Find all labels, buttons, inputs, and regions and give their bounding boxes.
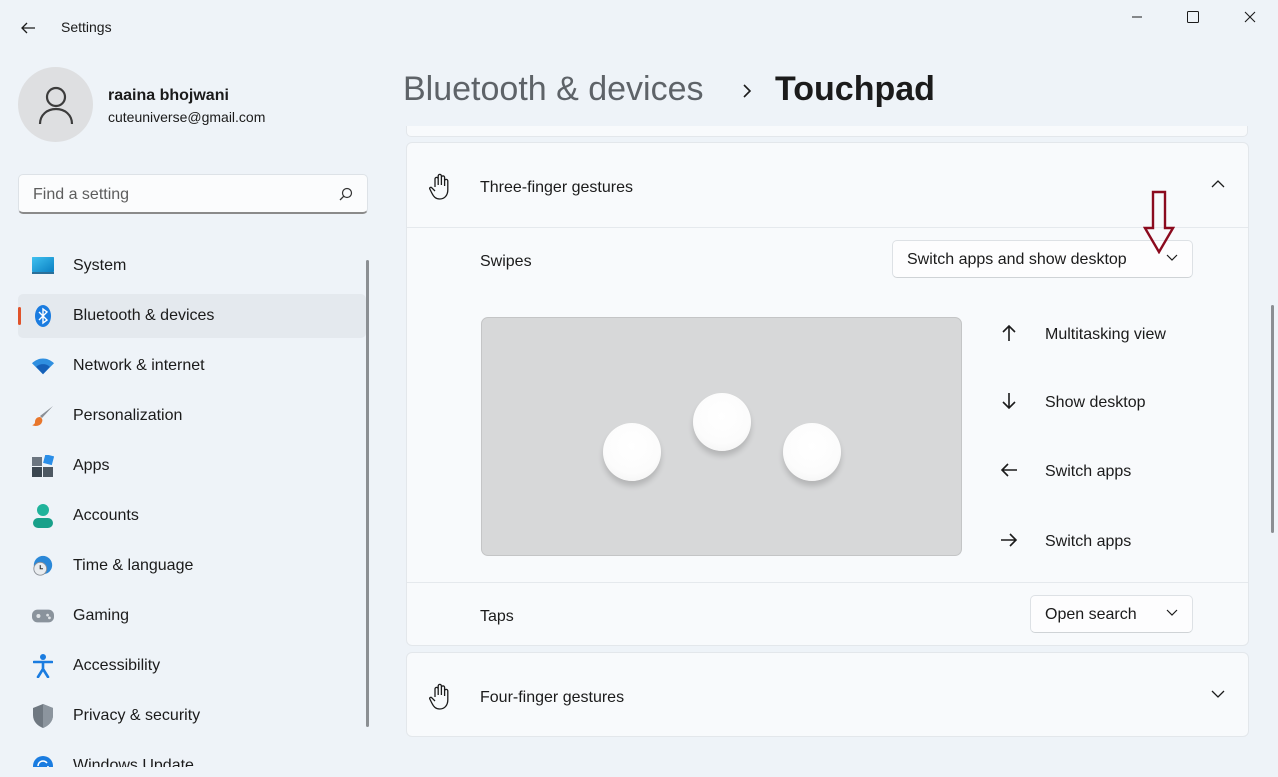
swipe-right-action: Switch apps (999, 527, 1239, 557)
sidebar-nav: System Bluetooth & devices Network & int… (18, 243, 366, 767)
annotation-arrow-down-icon (1143, 190, 1175, 254)
maximize-icon (1186, 11, 1199, 23)
sidebar-item-system[interactable]: System (18, 244, 366, 288)
four-finger-gestures-card[interactable]: Four-finger gestures (406, 652, 1249, 737)
sidebar-item-label: System (73, 257, 127, 274)
swipes-label: Swipes (480, 253, 532, 270)
sidebar-item-label: Privacy & security (73, 707, 201, 724)
sidebar-item-label: Time & language (73, 557, 194, 574)
person-icon (38, 86, 73, 124)
back-button[interactable] (14, 14, 42, 42)
sidebar-item-apps[interactable]: Apps (18, 444, 366, 488)
breadcrumb-parent[interactable]: Bluetooth & devices (403, 70, 704, 109)
sidebar-item-accessibility[interactable]: Accessibility (18, 644, 366, 688)
page-title: Touchpad (775, 70, 935, 108)
chevron-down-icon[interactable] (1210, 689, 1226, 699)
minimize-button[interactable] (1108, 0, 1165, 34)
swipe-left-action: Switch apps (999, 457, 1239, 487)
sidebar-item-gaming[interactable]: Gaming (18, 594, 366, 638)
update-icon (32, 755, 54, 767)
sidebar-item-label: Network & internet (73, 357, 205, 374)
three-finger-gestures-header[interactable]: Three-finger gestures (407, 143, 1248, 228)
close-icon (1244, 11, 1255, 23)
chevron-down-icon (1166, 254, 1178, 261)
minimize-icon (1131, 16, 1142, 18)
swipe-down-action: Show desktop (999, 388, 1239, 418)
four-finger-gestures-title: Four-finger gestures (480, 689, 625, 706)
swipe-right-label: Switch apps (1045, 533, 1132, 550)
arrow-left-icon (1000, 463, 1017, 477)
search-placeholder: Find a setting (33, 186, 130, 203)
app-title: Settings (61, 19, 112, 35)
sidebar-item-label: Accessibility (73, 657, 161, 674)
swipe-down-label: Show desktop (1045, 394, 1146, 411)
swipe-left-label: Switch apps (1045, 463, 1132, 480)
user-profile[interactable]: raaina bhojwani cuteuniverse@gmail.com (18, 67, 368, 143)
sidebar-item-label: Gaming (73, 607, 130, 624)
hand-gesture-icon (429, 683, 449, 710)
sidebar-item-privacy-security[interactable]: Privacy & security (18, 694, 366, 738)
gamepad-icon (32, 605, 54, 627)
sidebar-item-accounts[interactable]: Accounts (18, 494, 366, 538)
taps-dropdown[interactable]: Open search (1030, 595, 1193, 633)
profile-name: raaina bhojwani (108, 87, 229, 104)
taps-selected-value: Open search (1045, 606, 1137, 623)
sidebar-item-time-language[interactable]: Time & language (18, 544, 366, 588)
apps-icon (32, 455, 54, 477)
chevron-down-icon (1166, 609, 1178, 616)
sidebar-item-label: Windows Update (73, 757, 194, 767)
arrow-up-icon (1002, 324, 1016, 341)
arrow-right-icon (1001, 533, 1018, 547)
time-language-icon (32, 555, 54, 577)
swipe-up-label: Multitasking view (1045, 326, 1166, 343)
accounts-icon (32, 504, 54, 528)
profile-email: cuteuniverse@gmail.com (108, 109, 266, 125)
finger-dot (693, 393, 751, 451)
accessibility-icon (32, 654, 54, 678)
system-icon (32, 255, 54, 277)
chevron-up-icon[interactable] (1210, 179, 1226, 189)
taps-label: Taps (480, 608, 514, 625)
sidebar-item-label: Bluetooth & devices (73, 307, 215, 324)
sidebar-item-windows-update[interactable]: Windows Update (18, 744, 366, 767)
previous-card-edge (406, 126, 1248, 137)
search-input[interactable]: Find a setting (18, 174, 368, 214)
sidebar-item-label: Apps (73, 457, 110, 474)
wifi-icon (32, 355, 54, 377)
title-bar: Settings (0, 0, 1278, 56)
three-finger-gestures-card: Three-finger gestures Swipes Switch apps… (406, 142, 1249, 646)
sidebar-scrollbar[interactable] (366, 260, 369, 727)
finger-dot (783, 423, 841, 481)
sidebar-item-label: Personalization (73, 407, 183, 424)
back-arrow-icon (21, 22, 35, 34)
sidebar-item-label: Accounts (73, 507, 139, 524)
content-scrollbar[interactable] (1271, 305, 1274, 533)
swipes-selected-value: Switch apps and show desktop (907, 251, 1127, 268)
active-indicator (18, 307, 21, 325)
sidebar-item-network[interactable]: Network & internet (18, 344, 366, 388)
shield-icon (32, 704, 54, 728)
swipe-up-action: Multitasking view (999, 320, 1239, 350)
maximize-button[interactable] (1164, 0, 1221, 34)
hand-gesture-icon (429, 173, 449, 200)
arrow-down-icon (1002, 393, 1016, 410)
sidebar-item-personalization[interactable]: Personalization (18, 394, 366, 438)
bluetooth-icon (32, 305, 54, 327)
search-icon (339, 187, 353, 201)
divider (407, 582, 1248, 583)
finger-dot (603, 423, 661, 481)
paintbrush-icon (32, 405, 54, 427)
avatar (18, 67, 93, 142)
sidebar-item-bluetooth-devices[interactable]: Bluetooth & devices (18, 294, 366, 338)
chevron-right-icon (743, 84, 752, 98)
three-finger-gestures-title: Three-finger gestures (480, 179, 633, 196)
close-button[interactable] (1221, 0, 1278, 34)
touchpad-illustration (481, 317, 962, 556)
